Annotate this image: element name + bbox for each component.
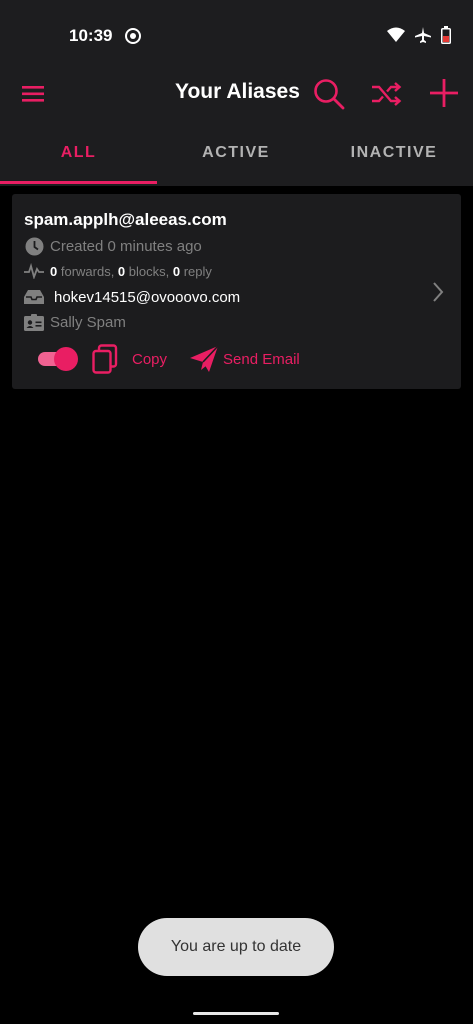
toast-message: You are up to date — [138, 918, 334, 976]
filter-tabs: ALL ACTIVE INACTIVE — [0, 120, 473, 186]
contact-card-icon — [24, 312, 44, 332]
status-time: 10:39 — [69, 26, 113, 45]
tab-inactive[interactable]: INACTIVE — [315, 120, 473, 186]
copy-button[interactable]: Copy — [132, 351, 167, 368]
alias-card[interactable]: spam.applh@aleeas.com Created 0 minutes … — [12, 194, 461, 389]
name-row: Sally Spam — [24, 312, 126, 332]
menu-icon[interactable] — [20, 80, 48, 108]
clock-icon — [24, 236, 44, 256]
mailbox-row: hokev14515@ovooovo.com — [24, 287, 240, 307]
alias-email: spam.applh@aleeas.com — [24, 210, 227, 229]
tab-active[interactable]: ACTIVE — [157, 120, 315, 186]
blocks-count: 0 — [117, 263, 126, 279]
alias-enabled-toggle[interactable] — [38, 347, 78, 371]
inbox-icon — [24, 287, 44, 307]
alias-actions: Copy Send Email — [38, 344, 300, 374]
reply-count: 0 — [172, 263, 181, 279]
forwards-count: 0 — [50, 263, 58, 279]
tab-all[interactable]: ALL — [0, 120, 157, 186]
activity-row: 0 forwards, 0 blocks, 0 reply — [24, 261, 212, 281]
alias-name: Sally Spam — [50, 313, 126, 331]
created-text: Created 0 minutes ago — [50, 237, 202, 255]
status-bar: 10:39 — [0, 0, 473, 68]
status-icons — [387, 26, 451, 49]
mailbox-email: hokev14515@ovooovo.com — [54, 288, 241, 306]
forwards-label: forwards, — [57, 263, 118, 279]
created-row: Created 0 minutes ago — [24, 236, 202, 256]
shuffle-icon[interactable] — [370, 80, 402, 108]
search-icon[interactable] — [312, 77, 346, 111]
home-indicator[interactable] — [193, 1012, 279, 1015]
battery-icon — [441, 26, 451, 49]
screen-record-icon — [124, 27, 142, 50]
copy-icon[interactable] — [92, 344, 118, 374]
blocks-label: blocks, — [125, 263, 173, 279]
reply-label: reply — [180, 263, 212, 279]
wifi-icon — [387, 27, 405, 48]
airplane-icon — [415, 27, 431, 48]
chevron-right-icon[interactable] — [430, 280, 446, 304]
send-icon[interactable] — [189, 345, 219, 373]
send-email-button[interactable]: Send Email — [223, 351, 300, 368]
page-title: Your Aliases — [175, 80, 300, 103]
activity-icon — [24, 261, 44, 281]
app-bar: Your Aliases — [0, 68, 473, 120]
add-alias-icon[interactable] — [428, 77, 460, 109]
